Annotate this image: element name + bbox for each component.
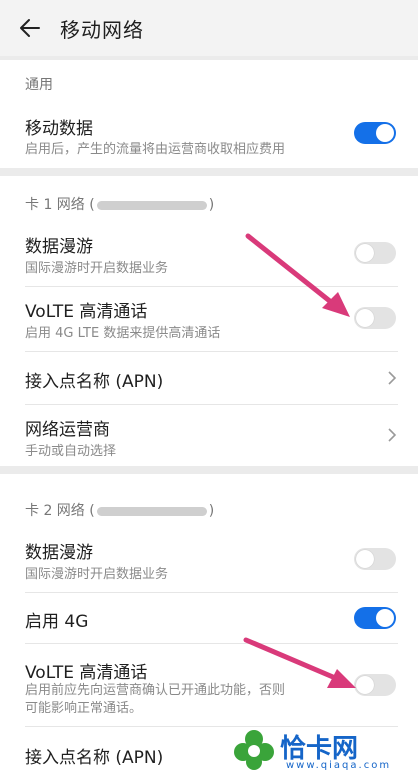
annotation-arrow: [243, 637, 356, 688]
annotation-arrows: [243, 233, 356, 688]
annotation-arrow: [245, 233, 350, 317]
watermark-logo: 恰卡网 www.qiaqa.com: [232, 726, 416, 776]
clover-logo-icon: [234, 730, 274, 770]
watermark-url: www.qiaqa.com: [286, 760, 392, 771]
